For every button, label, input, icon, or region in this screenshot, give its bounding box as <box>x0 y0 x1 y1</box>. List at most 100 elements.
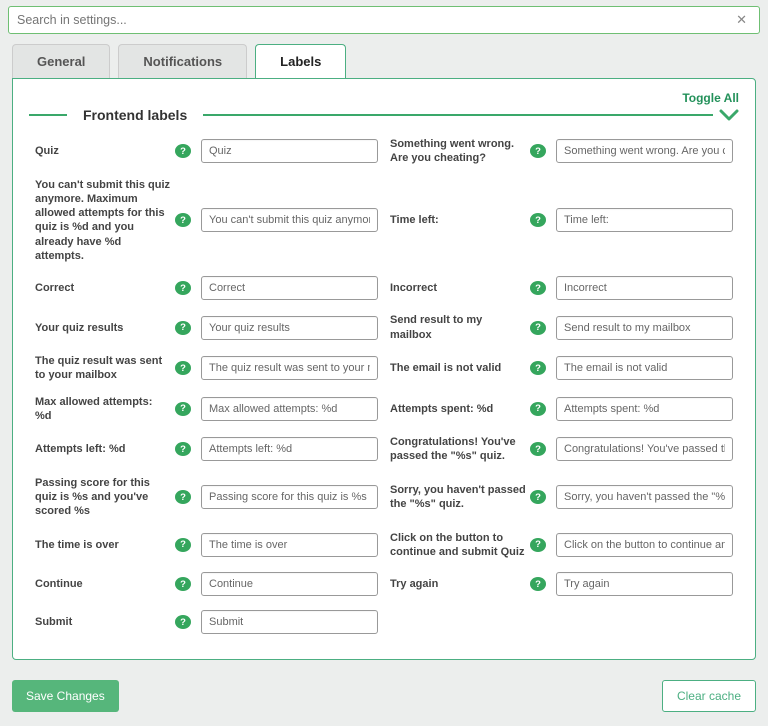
field-input[interactable] <box>201 208 378 232</box>
field-input[interactable] <box>556 316 733 340</box>
field-row: Try again? <box>384 565 739 603</box>
field-row: The quiz result was sent to your mailbox… <box>29 348 384 389</box>
rule-right <box>203 114 713 116</box>
help-icon[interactable]: ? <box>530 490 546 504</box>
field-label: Attempts spent: %d <box>390 402 530 416</box>
footer: Save Changes Clear cache <box>0 672 768 726</box>
field-row: Congratulations! You've passed the "%s" … <box>384 429 739 470</box>
help-icon[interactable]: ? <box>530 213 546 227</box>
field-row: Passing score for this quiz is %s and yo… <box>29 470 384 525</box>
field-input[interactable] <box>556 139 733 163</box>
field-row: Max allowed attempts: %d? <box>29 389 384 430</box>
field-label: Passing score for this quiz is %s and yo… <box>35 476 175 519</box>
field-input[interactable] <box>556 485 733 509</box>
field-row: Correct? <box>29 269 384 307</box>
help-icon[interactable]: ? <box>530 144 546 158</box>
field-input[interactable] <box>201 356 378 380</box>
help-icon[interactable]: ? <box>175 442 191 456</box>
help-icon[interactable]: ? <box>175 490 191 504</box>
labels-panel: Toggle All Frontend labels Quiz?Somethin… <box>12 78 756 660</box>
field-input[interactable] <box>556 572 733 596</box>
field-label: Click on the button to continue and subm… <box>390 531 530 560</box>
help-icon[interactable]: ? <box>175 361 191 375</box>
field-label: Try again <box>390 577 530 591</box>
field-row: The time is over? <box>29 525 384 566</box>
field-input[interactable] <box>556 276 733 300</box>
help-icon[interactable]: ? <box>530 361 546 375</box>
help-icon[interactable]: ? <box>175 321 191 335</box>
field-label: Correct <box>35 281 175 295</box>
field-label: Quiz <box>35 144 175 158</box>
field-row: Continue? <box>29 565 384 603</box>
help-icon[interactable]: ? <box>530 538 546 552</box>
help-icon[interactable]: ? <box>530 402 546 416</box>
help-icon[interactable]: ? <box>175 281 191 295</box>
field-row: Sorry, you haven't passed the "%s" quiz.… <box>384 470 739 525</box>
field-label: Something went wrong. Are you cheating? <box>390 137 530 166</box>
field-label: Send result to my mailbox <box>390 313 530 342</box>
field-label: You can't submit this quiz anymore. Maxi… <box>35 178 175 264</box>
help-icon[interactable]: ? <box>530 442 546 456</box>
field-input[interactable] <box>201 437 378 461</box>
help-icon[interactable]: ? <box>530 577 546 591</box>
tabs: General Notifications Labels <box>0 34 768 78</box>
help-icon[interactable]: ? <box>175 144 191 158</box>
field-input[interactable] <box>201 316 378 340</box>
field-label: Attempts left: %d <box>35 442 175 456</box>
field-row: Quiz? <box>29 131 384 172</box>
field-input[interactable] <box>201 572 378 596</box>
fields-grid: Quiz?Something went wrong. Are you cheat… <box>29 131 739 641</box>
field-input[interactable] <box>556 356 733 380</box>
field-label: The time is over <box>35 538 175 552</box>
field-label: The quiz result was sent to your mailbox <box>35 354 175 383</box>
toggle-all[interactable]: Toggle All <box>29 91 739 105</box>
field-row: Attempts spent: %d? <box>384 389 739 430</box>
rule-left <box>29 114 67 116</box>
field-label: Submit <box>35 615 175 629</box>
field-row: You can't submit this quiz anymore. Maxi… <box>29 172 384 270</box>
field-row: Time left:? <box>384 172 739 270</box>
help-icon[interactable]: ? <box>175 615 191 629</box>
field-input[interactable] <box>556 208 733 232</box>
tab-notifications[interactable]: Notifications <box>118 44 247 78</box>
field-row: Attempts left: %d? <box>29 429 384 470</box>
field-input[interactable] <box>201 276 378 300</box>
help-icon[interactable]: ? <box>175 213 191 227</box>
tab-general[interactable]: General <box>12 44 110 78</box>
tab-labels[interactable]: Labels <box>255 44 346 78</box>
help-icon[interactable]: ? <box>530 321 546 335</box>
field-input[interactable] <box>556 533 733 557</box>
search-bar: ✕ <box>8 6 760 34</box>
save-button[interactable]: Save Changes <box>12 680 119 712</box>
toggle-all-label: Toggle All <box>682 91 739 105</box>
close-icon[interactable]: ✕ <box>732 12 751 28</box>
field-row: Incorrect? <box>384 269 739 307</box>
field-input[interactable] <box>556 437 733 461</box>
chevron-down-icon[interactable] <box>719 108 739 122</box>
field-label: Incorrect <box>390 281 530 295</box>
field-label: Continue <box>35 577 175 591</box>
help-icon[interactable]: ? <box>530 281 546 295</box>
clear-cache-button[interactable]: Clear cache <box>662 680 756 712</box>
panel-header: Frontend labels <box>29 107 739 123</box>
field-input[interactable] <box>201 533 378 557</box>
panel-title: Frontend labels <box>83 107 187 123</box>
field-row: Submit? <box>29 603 384 641</box>
field-row: Your quiz results? <box>29 307 384 348</box>
field-label: Time left: <box>390 213 530 227</box>
field-input[interactable] <box>201 610 378 634</box>
field-label: Your quiz results <box>35 321 175 335</box>
field-input[interactable] <box>201 485 378 509</box>
field-row: Send result to my mailbox? <box>384 307 739 348</box>
field-label: Max allowed attempts: %d <box>35 395 175 424</box>
field-row: The email is not valid? <box>384 348 739 389</box>
help-icon[interactable]: ? <box>175 402 191 416</box>
field-input[interactable] <box>201 397 378 421</box>
help-icon[interactable]: ? <box>175 577 191 591</box>
field-input[interactable] <box>201 139 378 163</box>
field-label: Sorry, you haven't passed the "%s" quiz. <box>390 483 530 512</box>
field-input[interactable] <box>556 397 733 421</box>
help-icon[interactable]: ? <box>175 538 191 552</box>
search-input[interactable] <box>17 13 732 27</box>
field-row: Click on the button to continue and subm… <box>384 525 739 566</box>
